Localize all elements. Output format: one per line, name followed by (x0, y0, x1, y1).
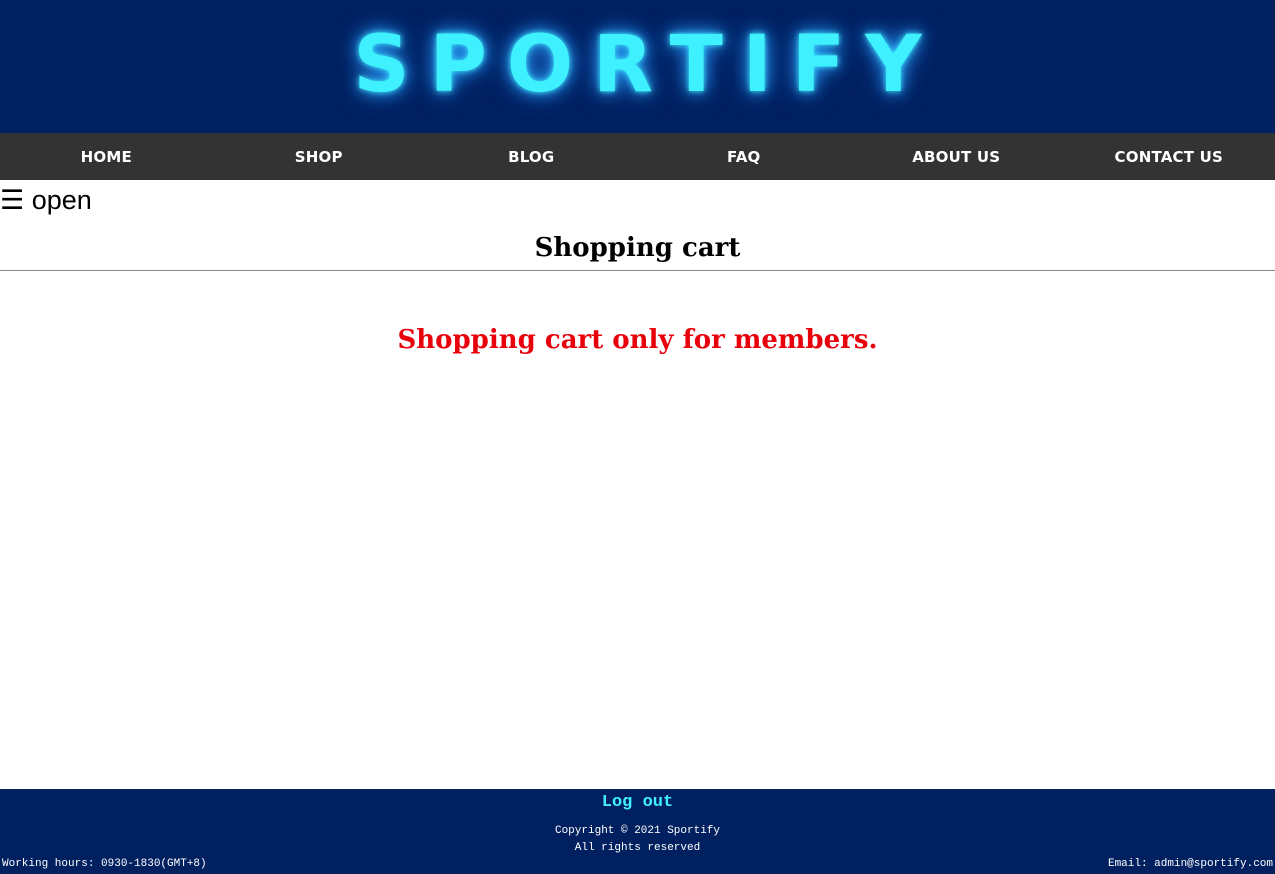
nav-item-shop[interactable]: SHOP (213, 133, 426, 180)
rights-reserved-line: All rights reserved (574, 842, 701, 854)
nav-item-faq[interactable]: FAQ (638, 133, 851, 180)
site-footer: Log out Copyright © 2021 Sportify All ri… (0, 789, 1275, 874)
logout-link[interactable]: Log out (0, 793, 1275, 813)
copyright-line: Copyright © 2021 Sportify (554, 825, 721, 837)
main-nav: HOME SHOP BLOG FAQ ABOUT US CONTACT US (0, 133, 1275, 180)
title-divider (0, 270, 1275, 271)
nav-item-blog[interactable]: BLOG (425, 133, 638, 180)
working-hours: Working hours: 0930-1830(GMT+8) (2, 858, 207, 870)
members-only-notice: Shopping cart only for members. (397, 325, 878, 355)
nav-item-contact-us[interactable]: CONTACT US (1063, 133, 1275, 180)
site-logo[interactable]: SPORTIFY (333, 26, 941, 104)
contact-email: Email: admin@sportify.com (1107, 858, 1273, 870)
copyright-text: Copyright © 2021 Sportify All rights res… (0, 823, 1275, 857)
page-title: Shopping cart (534, 233, 741, 263)
nav-item-home[interactable]: HOME (0, 133, 213, 180)
nav-item-about-us[interactable]: ABOUT US (850, 133, 1063, 180)
site-header: SPORTIFY (0, 0, 1275, 133)
sidebar-open-button[interactable]: ☰ open (0, 184, 92, 216)
